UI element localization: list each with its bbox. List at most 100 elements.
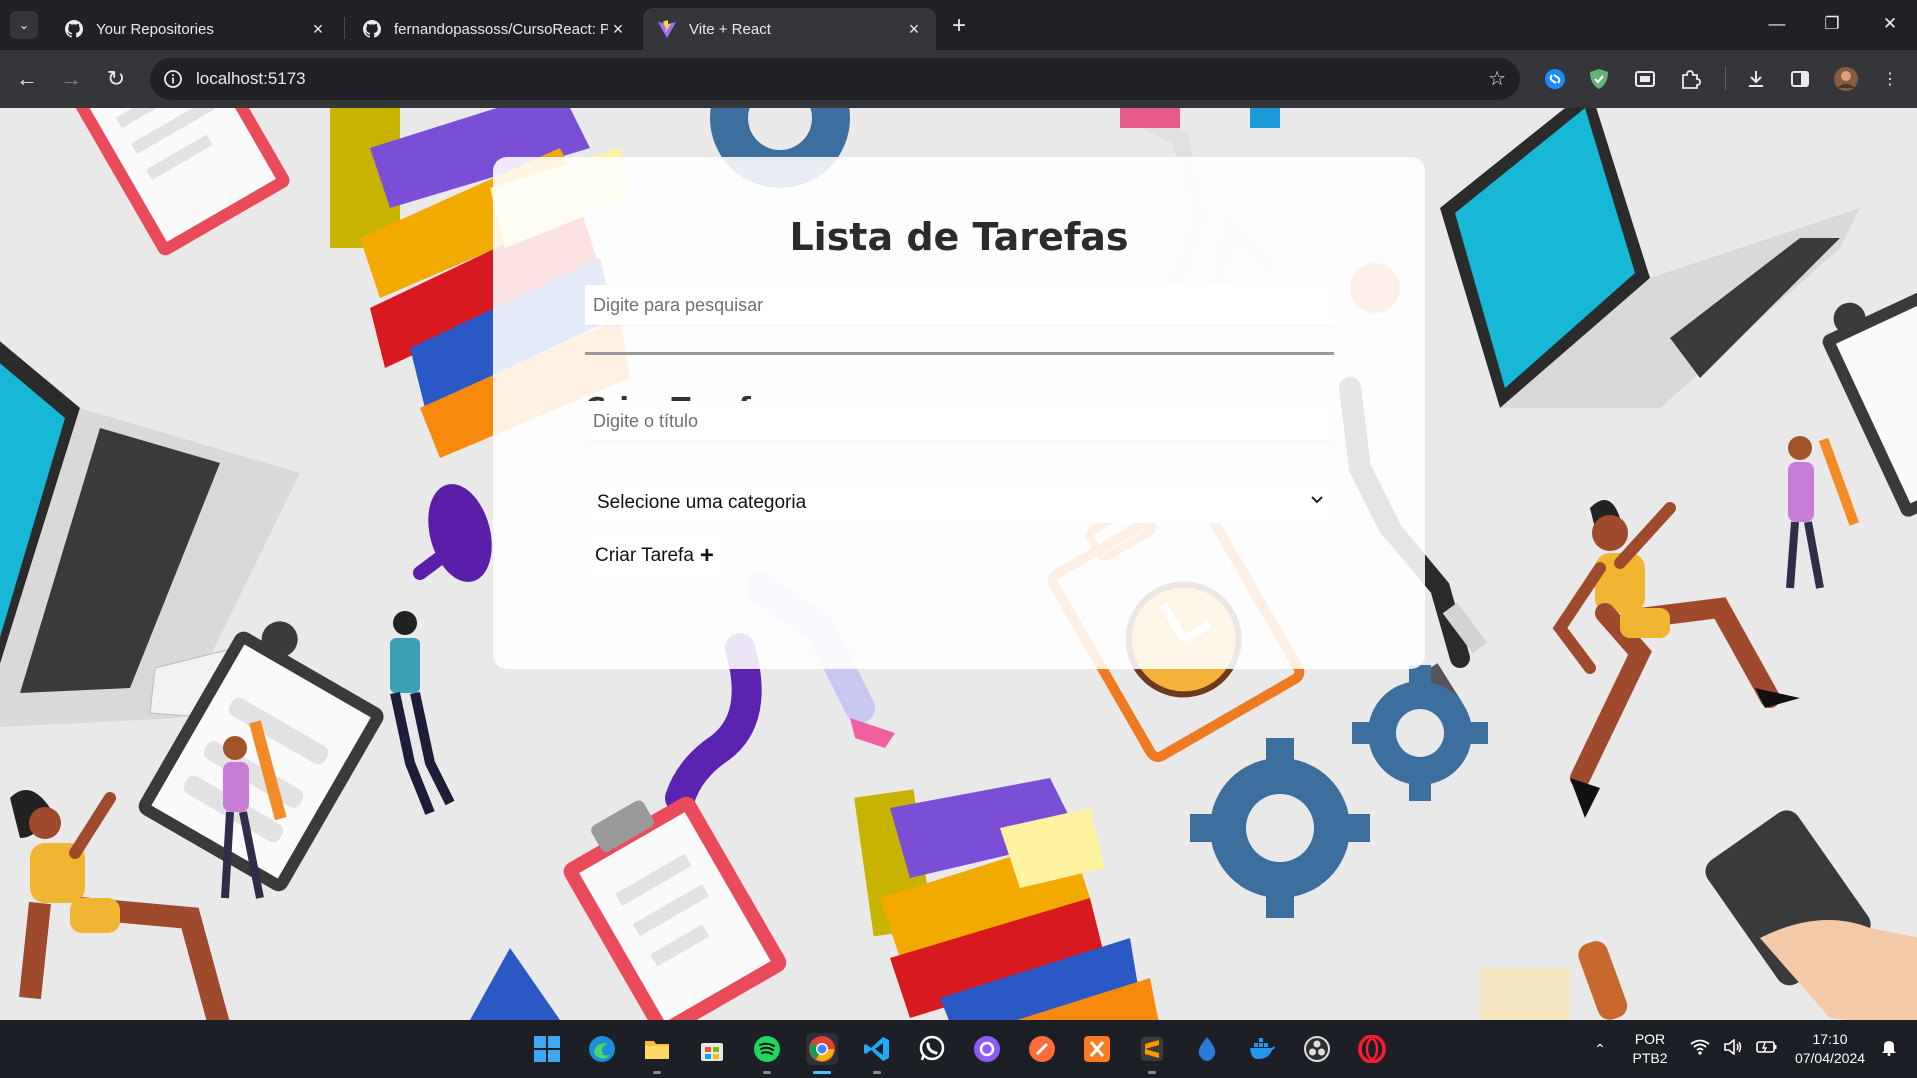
reload-button[interactable]: ↻ xyxy=(99,62,133,96)
side-panel-icon[interactable] xyxy=(1787,66,1813,92)
shazam-extension-icon[interactable] xyxy=(1542,66,1568,92)
page-title: Lista de Tarefas xyxy=(789,215,1129,259)
microsoft-store-icon[interactable] xyxy=(696,1033,728,1065)
keyboard-layout: PTB2 xyxy=(1632,1050,1668,1066)
plus-icon: + xyxy=(951,12,966,39)
docker-icon[interactable] xyxy=(1246,1033,1278,1065)
tab-curso-react[interactable]: fernandopassoss/CursoReact: P × xyxy=(348,8,640,50)
menu-dots-icon[interactable]: ⋮ xyxy=(1877,66,1903,92)
back-button[interactable]: ← xyxy=(10,62,44,96)
obs-icon[interactable] xyxy=(1301,1033,1333,1065)
restore-button[interactable]: ❐ xyxy=(1812,8,1852,40)
phone-in-hand-icon xyxy=(1705,810,1917,1020)
adguard-extension-icon[interactable] xyxy=(1586,66,1612,92)
close-window-button[interactable]: ✕ xyxy=(1870,8,1910,40)
reload-icon: ↻ xyxy=(106,66,126,91)
language-code: POR xyxy=(1634,1031,1666,1047)
spotify-icon[interactable] xyxy=(751,1033,783,1074)
close-icon: ✕ xyxy=(1882,14,1898,33)
tab-strip: ⌄ Your Repositories × fernandopassoss/Cu… xyxy=(0,0,1917,50)
file-explorer-icon[interactable] xyxy=(641,1033,673,1074)
tab-title: fernandopassoss/CursoReact: P xyxy=(394,20,608,38)
clock-date: 07/04/2024 xyxy=(1794,1050,1866,1066)
gear-icon xyxy=(1352,665,1488,801)
close-icon[interactable]: × xyxy=(608,19,628,39)
bell-icon xyxy=(1880,1038,1898,1061)
task-list-card: Lista de Tarefas Criar Tarefa: Selecione… xyxy=(493,157,1425,669)
bookmark-star-icon[interactable]: ☆ xyxy=(1488,66,1506,91)
github-desktop-icon[interactable] xyxy=(971,1033,1003,1065)
address-bar[interactable]: localhost:5173 ☆ xyxy=(150,58,1520,100)
toolbar-separator xyxy=(1725,66,1726,90)
laptop-corner-icon xyxy=(470,948,560,1020)
url-text: localhost:5173 xyxy=(196,69,306,88)
create-task-button-label: Criar Tarefa xyxy=(595,545,694,566)
extensions-puzzle-icon[interactable] xyxy=(1677,66,1703,92)
tab-title: Vite + React xyxy=(689,20,771,38)
drop-icon[interactable] xyxy=(1191,1033,1223,1065)
person-with-pencil-figure xyxy=(1786,436,1859,589)
running-indicator xyxy=(653,1071,661,1074)
person-figure xyxy=(390,611,455,815)
minimize-button[interactable]: — xyxy=(1757,8,1797,40)
running-indicator xyxy=(873,1071,881,1074)
running-indicator xyxy=(813,1071,831,1074)
download-icon[interactable] xyxy=(1743,66,1769,92)
chevron-down-icon xyxy=(1310,492,1324,511)
books-icon xyxy=(854,778,1159,1020)
running-indicator xyxy=(763,1071,771,1074)
github-icon xyxy=(362,19,382,39)
category-select[interactable]: Selecione uma categoria xyxy=(585,483,1334,523)
clipboard-icon xyxy=(563,796,787,1020)
clipboard-icon xyxy=(72,108,290,256)
sublime-text-icon[interactable] xyxy=(1136,1033,1168,1074)
site-info-icon[interactable] xyxy=(160,66,186,92)
clock-time: 17:10 xyxy=(1812,1031,1848,1047)
new-tab-button[interactable]: + xyxy=(945,12,973,40)
opera-icon[interactable] xyxy=(1356,1033,1388,1065)
dancer-figure xyxy=(1552,500,1800,818)
title-input[interactable] xyxy=(585,401,1334,441)
tab-your-repositories[interactable]: Your Repositories × xyxy=(50,8,340,50)
volume-icon xyxy=(1723,1037,1743,1060)
system-status-area[interactable] xyxy=(1684,1020,1784,1078)
picture-in-picture-icon[interactable] xyxy=(1632,66,1658,92)
browser-toolbar: ← → ↻ localhost:5173 ☆ ⋮ xyxy=(0,50,1917,108)
input-language-indicator[interactable]: POR PTB2 xyxy=(1622,1020,1678,1078)
divider xyxy=(585,352,1334,355)
windows-start-icon[interactable] xyxy=(531,1033,563,1065)
close-icon[interactable]: × xyxy=(904,19,924,39)
page-viewport: Lista de Tarefas Criar Tarefa: Selecione… xyxy=(0,108,1917,1020)
gear-icon xyxy=(1190,738,1370,918)
tab-title: Your Repositories xyxy=(96,20,214,38)
search-input[interactable] xyxy=(585,285,1334,325)
minimize-icon: — xyxy=(1768,14,1786,33)
edge-icon[interactable] xyxy=(586,1033,618,1065)
notifications-button[interactable] xyxy=(1874,1020,1904,1078)
wifi-icon xyxy=(1690,1039,1710,1060)
dumbbell-icon xyxy=(413,484,492,582)
chevron-down-icon: ⌄ xyxy=(18,18,30,32)
arrow-left-icon: ← xyxy=(16,66,38,91)
tab-vite-react[interactable]: Vite + React × xyxy=(643,8,936,50)
clipboard-icon xyxy=(1822,277,1917,517)
close-icon[interactable]: × xyxy=(308,19,328,39)
chrome-icon[interactable] xyxy=(806,1033,838,1074)
create-task-button[interactable]: Criar Tarefa + xyxy=(585,535,724,577)
show-hidden-icons-button[interactable]: ⌃ xyxy=(1585,1020,1615,1078)
profile-avatar[interactable] xyxy=(1833,66,1859,92)
tea-items-icon xyxy=(1480,941,1628,1020)
laptop-icon xyxy=(1440,108,1860,408)
restore-icon: ❐ xyxy=(1824,14,1840,33)
postman-icon[interactable] xyxy=(1026,1033,1058,1065)
whatsapp-icon[interactable] xyxy=(916,1033,948,1065)
vscode-icon[interactable] xyxy=(861,1033,893,1074)
tab-separator xyxy=(344,17,345,39)
tab-search-button[interactable]: ⌄ xyxy=(10,11,38,39)
clock[interactable]: 17:10 07/04/2024 xyxy=(1780,1020,1880,1078)
category-select-value: Selecione uma categoria xyxy=(597,492,807,513)
forward-button[interactable]: → xyxy=(54,62,88,96)
battery-icon xyxy=(1755,1039,1778,1060)
xampp-icon[interactable] xyxy=(1081,1033,1113,1065)
running-indicator xyxy=(1148,1071,1156,1074)
